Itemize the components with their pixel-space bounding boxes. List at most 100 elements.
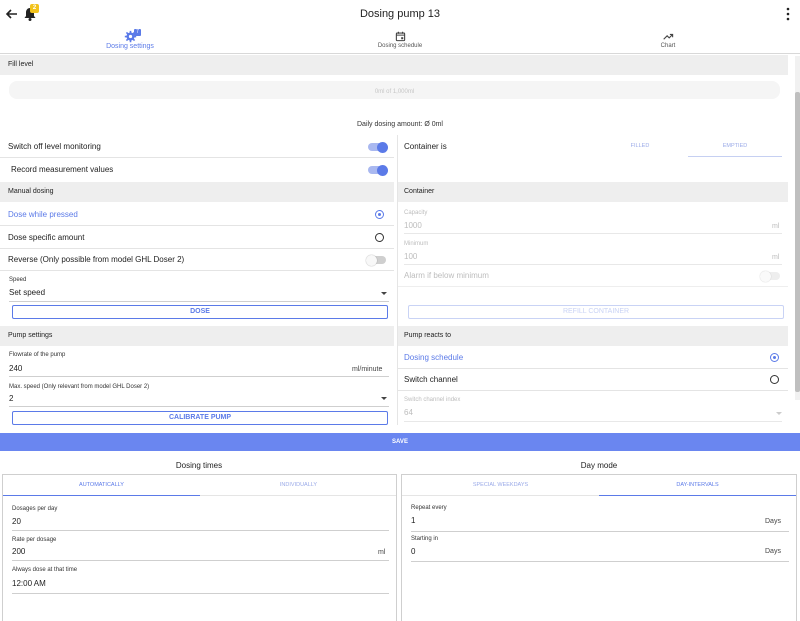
flowrate-underline <box>9 376 389 377</box>
dose-while-pressed-row[interactable]: Dose while pressed <box>0 204 394 226</box>
tab-dosing-settings[interactable]: 7 Dosing settings <box>0 29 260 54</box>
fill-level-text: 0ml of 1,000ml <box>374 89 415 95</box>
record-values-toggle[interactable] <box>368 164 388 176</box>
always-dose-label: Always dose at that time <box>12 567 78 573</box>
day-mode-panel: SPECIAL WEEKDAYS DAY-INTERVALS Repeat ev… <box>401 474 797 621</box>
dosages-input[interactable]: 20 <box>12 517 21 526</box>
minimum-unit: ml <box>772 254 780 261</box>
capacity-unit: ml <box>772 223 780 230</box>
always-dose-time-input[interactable]: 12:00 AM <box>12 579 46 588</box>
fill-level-bar: 0ml of 1,000ml <box>9 81 780 99</box>
flowrate-input[interactable]: 240 <box>9 364 22 373</box>
dosing-schedule-label: Dosing schedule <box>404 353 464 362</box>
dosages-label: Dosages per day <box>12 506 58 512</box>
alarm-toggle[interactable] <box>760 270 780 282</box>
chevron-down-icon[interactable] <box>381 292 387 295</box>
day-mode-title: Day mode <box>580 461 618 470</box>
switch-index-select-value[interactable]: 64 <box>404 408 413 417</box>
more-menu-icon[interactable] <box>782 6 794 22</box>
container-heading: Container <box>398 182 788 202</box>
rate-underline <box>12 560 389 561</box>
container-emptied-option[interactable]: EMPTIED <box>688 143 782 157</box>
flowrate-unit: ml/minute <box>352 366 383 373</box>
calibrate-pump-button[interactable]: CALIBRATE PUMP <box>12 411 388 425</box>
rate-label: Rate per dosage <box>12 537 57 543</box>
tab-label: Dosing schedule <box>377 43 423 49</box>
starting-in-underline <box>411 561 789 562</box>
switch-off-level-row[interactable]: Switch off level monitoring <box>0 136 394 158</box>
capacity-label: Capacity <box>404 210 428 216</box>
calendar-icon <box>395 31 405 42</box>
record-values-label: Record measurement values <box>11 165 114 174</box>
dose-while-pressed-radio[interactable] <box>375 210 384 219</box>
alarm-label: Alarm if below minimum <box>404 271 489 280</box>
trending-up-icon <box>662 33 673 40</box>
switch-index-underline <box>404 421 782 422</box>
dose-specific-amount-label: Dose specific amount <box>8 233 85 242</box>
speed-label: Speed <box>9 277 27 283</box>
scrollbar[interactable] <box>795 56 800 400</box>
reverse-toggle[interactable] <box>366 254 386 266</box>
tab-bar: 7 Dosing settings Dosing schedule Chart <box>0 29 800 54</box>
capacity-input[interactable]: 1000 <box>404 221 422 230</box>
repeat-every-label: Repeat every <box>411 505 447 511</box>
tab-badge: 7 <box>134 29 141 36</box>
repeat-every-unit: Days <box>765 518 781 525</box>
pump-settings-heading: Pump settings <box>0 326 394 346</box>
daily-dosing-amount: Daily dosing amount: Ø 0ml <box>357 121 443 128</box>
speed-select-underline <box>9 301 389 302</box>
starting-in-label: Starting in <box>411 536 439 542</box>
switch-off-level-label: Switch off level monitoring <box>8 142 101 151</box>
container-filled-option[interactable]: FILLED <box>592 143 688 157</box>
always-dose-underline <box>12 593 389 594</box>
dose-specific-amount-row[interactable]: Dose specific amount <box>0 227 394 249</box>
tab-label: Chart <box>660 43 676 49</box>
capacity-underline <box>404 233 782 234</box>
dosing-times-title: Dosing times <box>175 461 223 470</box>
tab-automatically[interactable]: AUTOMATICALLY <box>3 475 200 496</box>
reverse-label: Reverse (Only possible from model GHL Do… <box>8 255 185 264</box>
save-button[interactable]: SAVE <box>0 433 800 451</box>
reverse-row[interactable]: Reverse (Only possible from model GHL Do… <box>0 249 394 271</box>
starting-in-unit: Days <box>765 548 781 555</box>
container-is-label: Container is <box>404 142 447 151</box>
minimum-label: Minimum <box>404 241 429 247</box>
max-speed-underline <box>9 406 389 407</box>
max-speed-label: Max. speed (Only relevant from model GHL… <box>9 384 150 390</box>
max-speed-select-value[interactable]: 2 <box>9 394 13 403</box>
page-title: Dosing pump 13 <box>359 8 441 20</box>
switch-off-level-toggle[interactable] <box>368 141 388 153</box>
alarm-row[interactable]: Alarm if below minimum <box>398 265 788 287</box>
dose-button[interactable]: DOSE <box>12 305 388 319</box>
chevron-down-icon[interactable] <box>381 397 387 400</box>
dose-while-pressed-label: Dose while pressed <box>8 210 78 219</box>
repeat-every-input[interactable]: 1 <box>411 516 415 525</box>
tab-special-weekdays[interactable]: SPECIAL WEEKDAYS <box>402 475 599 496</box>
pump-reacts-heading: Pump reacts to <box>398 326 788 346</box>
switch-channel-label: Switch channel <box>404 375 458 384</box>
chevron-down-icon[interactable] <box>776 412 782 415</box>
switch-channel-radio[interactable] <box>770 375 779 384</box>
rate-input[interactable]: 200 <box>12 547 25 556</box>
tab-label: Dosing settings <box>106 43 154 50</box>
refill-container-button[interactable]: REFILL CONTAINER <box>408 305 784 319</box>
tab-individually[interactable]: INDIVIDUALLY <box>200 475 397 496</box>
switch-index-label: Switch channel index <box>404 397 461 403</box>
app-bar: 2 Dosing pump 13 <box>0 0 800 28</box>
tab-chart[interactable]: Chart <box>538 29 798 54</box>
speed-select-value[interactable]: Set speed <box>9 288 45 297</box>
minimum-input[interactable]: 100 <box>404 252 417 261</box>
switch-channel-row[interactable]: Switch channel <box>398 369 788 391</box>
tab-dosing-schedule[interactable]: Dosing schedule <box>270 29 530 54</box>
starting-in-input[interactable]: 0 <box>411 547 415 556</box>
flowrate-label: Flowrate of the pump <box>9 352 66 358</box>
tab-day-intervals[interactable]: DAY-INTERVALS <box>599 475 796 496</box>
record-values-row[interactable]: Record measurement values <box>0 159 394 181</box>
dosing-schedule-radio[interactable] <box>770 353 779 362</box>
fill-level-heading: Fill level <box>0 55 788 75</box>
dosages-underline <box>12 530 389 531</box>
dosing-schedule-row[interactable]: Dosing schedule <box>398 347 788 369</box>
scrollbar-thumb[interactable] <box>795 92 800 392</box>
dose-specific-amount-radio[interactable] <box>375 233 384 242</box>
repeat-every-underline <box>411 531 789 532</box>
